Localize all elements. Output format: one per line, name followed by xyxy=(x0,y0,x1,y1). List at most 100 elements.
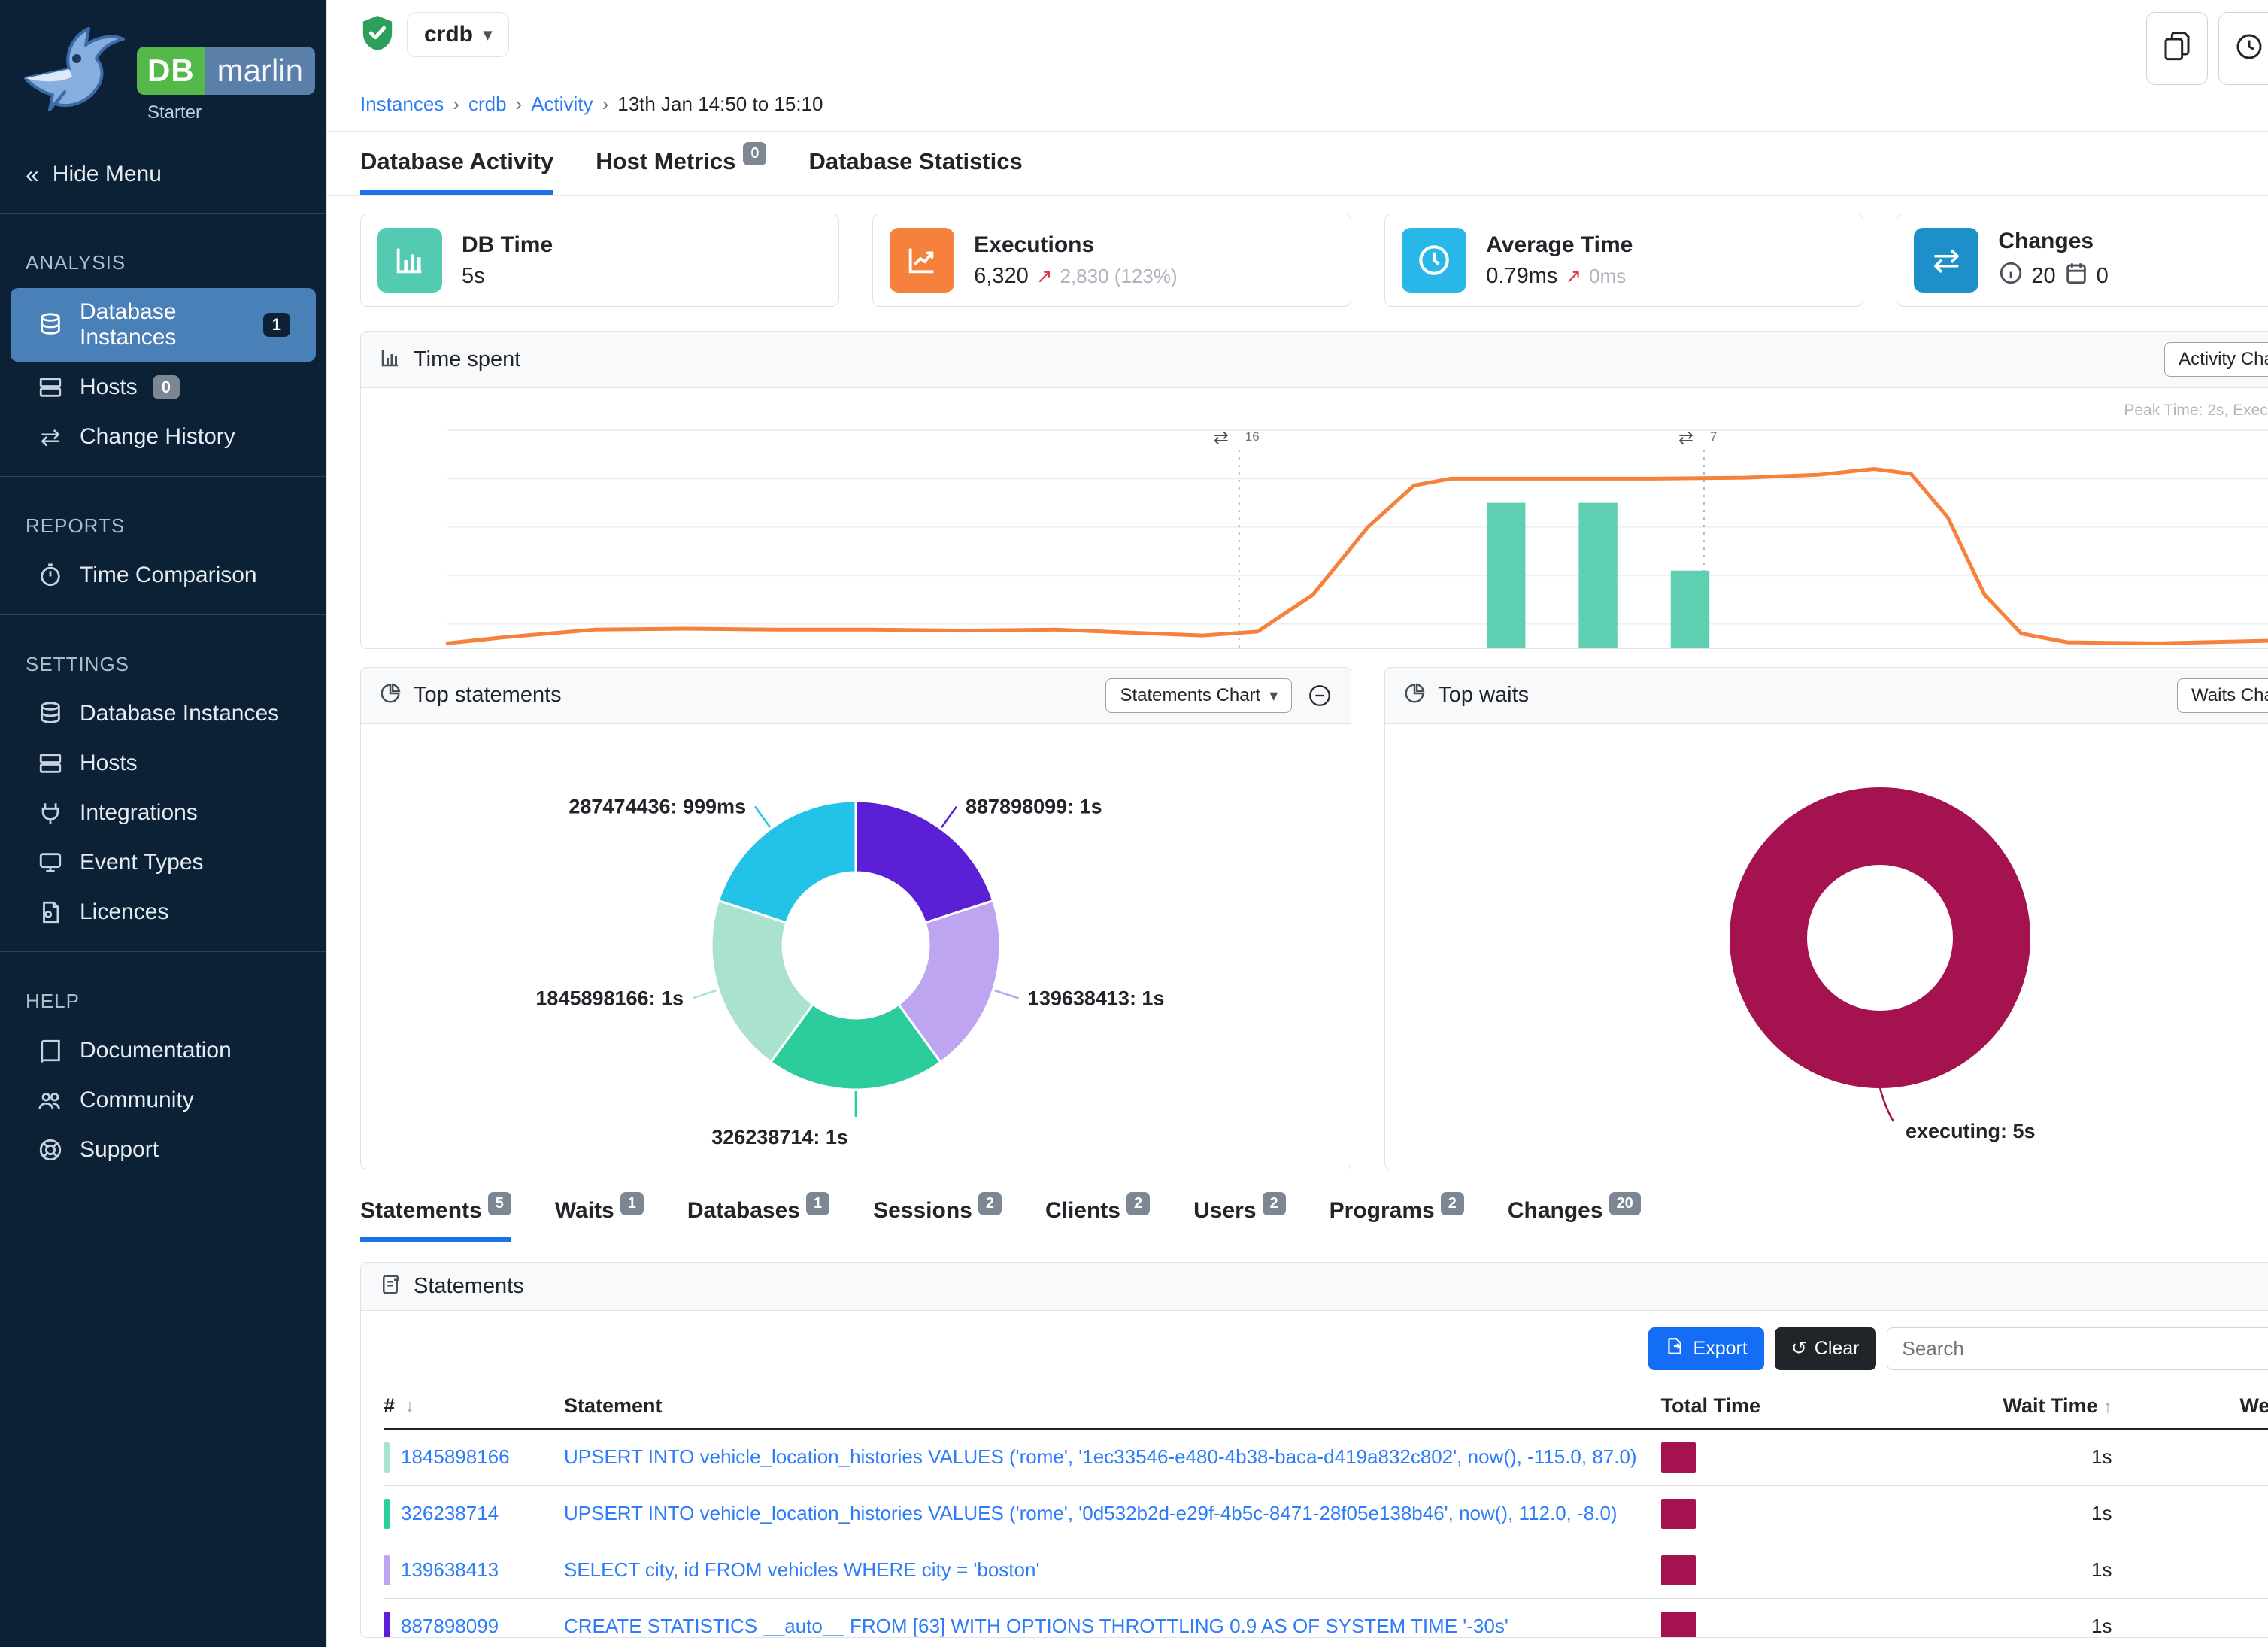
card-executions: Executions 6,320 ↗ 2,830 (123%) xyxy=(872,214,1351,307)
tab-count-badge: 2 xyxy=(1441,1192,1464,1215)
top-waits-chart[interactable]: executing: 5s xyxy=(1385,724,2268,1169)
tab-users[interactable]: Users 2 xyxy=(1193,1198,1286,1242)
dbmarlin-logo[interactable]: DB marlin Starter xyxy=(0,0,326,142)
sidebar-item-licences[interactable]: Licences xyxy=(11,888,316,936)
wait-time-value: 1s xyxy=(1789,1502,2112,1525)
undo-icon: ↺ xyxy=(1791,1337,1807,1360)
changes-event-count: 0 xyxy=(2097,264,2109,289)
top-statements-chart[interactable]: 887898099: 1s139638413: 1s326238714: 1s1… xyxy=(361,724,1351,1169)
collapse-panel-icon[interactable] xyxy=(1307,683,1333,708)
sidebar-item-time-comparison[interactable]: Time Comparison xyxy=(11,551,316,599)
sidebar-item-label: Database Instances xyxy=(80,299,248,350)
tab-host-metrics[interactable]: Host Metrics 0 xyxy=(596,148,766,195)
sidebar-item-settings-database-instances[interactable]: Database Instances xyxy=(11,690,316,738)
brand-marlin: marlin xyxy=(205,47,315,95)
instance-selector[interactable]: crdb ▾ xyxy=(407,12,509,57)
export-button[interactable]: Export xyxy=(1648,1327,1764,1370)
sidebar-item-settings-hosts[interactable]: Hosts xyxy=(11,739,316,787)
activity-chart-selector[interactable]: Activity Chart ▾ xyxy=(2164,342,2268,377)
event-monitor-icon xyxy=(36,850,65,875)
database-icon xyxy=(36,701,65,726)
wait-time-value: 1s xyxy=(1789,1445,2112,1469)
sidebar-item-support[interactable]: Support xyxy=(11,1126,316,1174)
col-header-wait-time[interactable]: Wait Time xyxy=(2003,1394,2097,1417)
panel-title: Time spent xyxy=(414,347,520,372)
breadcrumb-separator: › xyxy=(602,93,609,116)
col-header-total-time[interactable]: Total Time xyxy=(1661,1394,1789,1418)
sidebar-item-hosts[interactable]: Hosts 0 xyxy=(11,363,316,411)
chart-selector-label: Waits Chart xyxy=(2191,685,2268,706)
sidebar-item-label: Licences xyxy=(80,899,168,925)
copy-link-button[interactable] xyxy=(2146,12,2208,85)
tab-statements[interactable]: Statements 5 xyxy=(360,1198,511,1242)
sidebar-item-change-history[interactable]: ⇄ Change History xyxy=(11,413,316,461)
statement-color-chip xyxy=(384,1442,390,1473)
sidebar-item-database-instances[interactable]: Database Instances 1 xyxy=(11,288,316,362)
card-value: 6,320 xyxy=(974,264,1029,289)
statement-sql-link[interactable]: CREATE STATISTICS __auto__ FROM [63] WIT… xyxy=(564,1615,1508,1637)
search-input[interactable] xyxy=(1887,1327,2268,1370)
statements-chart-selector[interactable]: Statements Chart ▾ xyxy=(1105,678,1292,713)
topbar: crdb ▾ Custom 13th Jan xyxy=(327,0,2268,85)
tab-changes[interactable]: Changes 20 xyxy=(1508,1198,1641,1242)
calendar-icon xyxy=(2063,260,2089,292)
tab-label: Databases xyxy=(687,1198,800,1228)
sidebar-item-integrations[interactable]: Integrations xyxy=(11,789,316,837)
total-time-bar xyxy=(1661,1499,1696,1529)
plan-label: Starter xyxy=(147,102,315,123)
time-spent-chart[interactable]: Peak Time: 2s, Executions: 837 ⇄16⇄714:5… xyxy=(361,388,2268,649)
card-title: DB Time xyxy=(462,232,553,258)
statement-sql-link[interactable]: SELECT city, id FROM vehicles WHERE city… xyxy=(564,1558,1039,1581)
time-range-button[interactable]: Custom 13th Jan xyxy=(2218,12,2268,85)
sort-icon: ↑ xyxy=(2103,1397,2112,1416)
card-delta: 0ms xyxy=(1589,265,1626,288)
pie-chart-icon xyxy=(379,682,402,708)
clear-button[interactable]: ↺ Clear xyxy=(1775,1327,1876,1370)
tab-clients[interactable]: Clients 2 xyxy=(1045,1198,1150,1242)
tab-programs[interactable]: Programs 2 xyxy=(1330,1198,1464,1242)
svg-text:326238714: 1s: 326238714: 1s xyxy=(711,1126,848,1148)
statement-sql-link[interactable]: UPSERT INTO vehicle_location_histories V… xyxy=(564,1445,1637,1468)
statement-color-chip xyxy=(384,1612,390,1638)
section-title-help: HELP xyxy=(0,978,326,1025)
tab-count-badge: 2 xyxy=(978,1192,1002,1215)
sidebar-item-documentation[interactable]: Documentation xyxy=(11,1027,316,1075)
col-header-id[interactable]: # xyxy=(384,1394,395,1418)
weight-value: 20% xyxy=(2112,1445,2268,1469)
sidebar-item-label: Time Comparison xyxy=(80,563,257,588)
chevrons-left-icon: « xyxy=(26,162,39,187)
card-value: 0.79ms xyxy=(1486,264,1557,289)
statement-id-link[interactable]: 139638413 xyxy=(401,1558,499,1582)
table-row: 887898099 CREATE STATISTICS __auto__ FRO… xyxy=(384,1599,2268,1638)
breadcrumb-link-activity[interactable]: Activity xyxy=(531,93,593,116)
tab-count-badge: 2 xyxy=(1263,1192,1286,1215)
table-header-row: # ↓ Statement Total Time Wait Time ↑ Wei… xyxy=(384,1384,2268,1430)
tab-databases[interactable]: Databases 1 xyxy=(687,1198,829,1242)
col-header-weight[interactable]: Weight % xyxy=(2240,1394,2268,1417)
tab-waits[interactable]: Waits 1 xyxy=(555,1198,644,1242)
table-row: 139638413 SELECT city, id FROM vehicles … xyxy=(384,1542,2268,1599)
col-header-statement[interactable]: Statement xyxy=(564,1394,1661,1418)
breadcrumb-link-crdb[interactable]: crdb xyxy=(468,93,507,116)
tab-database-activity[interactable]: Database Activity xyxy=(360,148,553,195)
svg-text:16: 16 xyxy=(1245,429,1260,444)
divider xyxy=(0,951,326,952)
tab-label: Host Metrics xyxy=(596,148,735,180)
weight-value: 20% xyxy=(2112,1558,2268,1582)
breadcrumb-separator: › xyxy=(516,93,523,116)
breadcrumb-link-instances[interactable]: Instances xyxy=(360,93,444,116)
statement-id-link[interactable]: 1845898166 xyxy=(401,1445,510,1469)
hide-menu-button[interactable]: « Hide Menu xyxy=(0,142,326,207)
table-row: 1845898166 UPSERT INTO vehicle_location_… xyxy=(384,1430,2268,1486)
sidebar-item-event-types[interactable]: Event Types xyxy=(11,839,316,887)
tab-sessions[interactable]: Sessions 2 xyxy=(873,1198,1002,1242)
sidebar-item-community[interactable]: Community xyxy=(11,1076,316,1124)
statement-id-link[interactable]: 887898099 xyxy=(401,1615,499,1638)
waits-chart-selector[interactable]: Waits Chart ▾ xyxy=(2177,678,2268,713)
tab-database-statistics[interactable]: Database Statistics xyxy=(808,148,1022,195)
statement-sql-link[interactable]: UPSERT INTO vehicle_location_histories V… xyxy=(564,1502,1618,1524)
panel-title: Top waits xyxy=(1438,683,1529,708)
divider xyxy=(0,614,326,615)
statement-id-link[interactable]: 326238714 xyxy=(401,1502,499,1525)
tab-label: Database Statistics xyxy=(808,148,1022,180)
